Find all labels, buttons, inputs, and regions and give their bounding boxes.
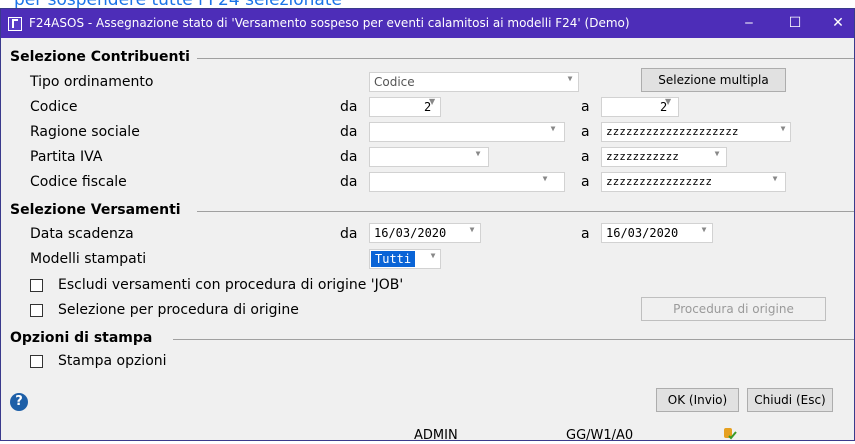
stampa-opzioni-checkbox[interactable] <box>30 355 43 368</box>
ragione-da-label: da <box>340 124 358 140</box>
ok-button[interactable]: OK (Invio) <box>656 388 739 412</box>
modelli-stampati-label: Modelli stampati <box>30 251 147 267</box>
chevron-down-icon: ▼ <box>550 124 556 133</box>
dialog-window: F24ASOS - Assegnazione stato di 'Versame… <box>0 8 855 443</box>
app-icon <box>8 17 22 31</box>
section-divider <box>173 339 854 340</box>
chevron-down-icon: ▼ <box>475 149 481 158</box>
partita-iva-label: Partita IVA <box>30 149 103 165</box>
codice-fiscale-label: Codice fiscale <box>30 174 127 190</box>
data-scadenza-a-input[interactable]: 16/03/2020 ▼ <box>601 223 713 243</box>
section-stampa-heading: Opzioni di stampa <box>10 330 153 346</box>
piva-da-input[interactable]: ▼ <box>369 147 489 167</box>
tipo-ordinamento-select[interactable]: Codice ▼ <box>369 72 579 92</box>
selezione-multipla-button[interactable]: Selezione multipla <box>641 68 786 92</box>
piva-da-label: da <box>340 149 358 165</box>
chevron-down-icon: ▼ <box>542 174 548 183</box>
chevron-down-icon: ▼ <box>701 225 707 234</box>
tipo-ordinamento-label: Tipo ordinamento <box>30 74 154 90</box>
section-divider <box>197 211 854 212</box>
selezione-procedura-label: Selezione per procedura di origine <box>58 302 299 318</box>
data-a-label: a <box>581 226 590 242</box>
chevron-down-icon: ▼ <box>469 225 475 234</box>
stampa-opzioni-label: Stampa opzioni <box>58 353 167 369</box>
cf-da-label: da <box>340 174 358 190</box>
section-versamenti-heading: Selezione Versamenti <box>10 202 181 218</box>
piva-a-label: a <box>581 149 590 165</box>
chevron-down-icon: ▼ <box>430 251 436 260</box>
codice-a-label: a <box>581 99 590 115</box>
chevron-down-icon: ▼ <box>567 74 573 83</box>
data-scadenza-da-input[interactable]: 16/03/2020 ▼ <box>369 223 481 243</box>
cf-da-input[interactable]: ▼ <box>369 172 565 192</box>
escludi-job-checkbox[interactable] <box>30 279 43 292</box>
cf-a-label: a <box>581 174 590 190</box>
escludi-job-label: Escludi versamenti con procedura di orig… <box>58 277 404 293</box>
procedura-origine-button[interactable]: Procedura di origine <box>641 297 826 321</box>
chiudi-button[interactable]: Chiudi (Esc) <box>747 388 833 412</box>
section-divider <box>197 58 854 59</box>
help-icon[interactable]: ? <box>10 393 28 411</box>
title-bar: F24ASOS - Assegnazione stato di 'Versame… <box>1 9 854 38</box>
chevron-down-icon: ▼ <box>429 97 436 106</box>
data-scadenza-label: Data scadenza <box>30 226 134 242</box>
chevron-down-icon: ▼ <box>780 124 786 133</box>
selezione-procedura-checkbox[interactable] <box>30 304 43 317</box>
chevron-down-icon: ▼ <box>772 174 778 183</box>
section-contribuenti-heading: Selezione Contribuenti <box>10 49 190 65</box>
window-title: F24ASOS - Assegnazione stato di 'Versame… <box>29 16 630 30</box>
minimize-button[interactable]: ‒ <box>736 12 762 34</box>
close-button[interactable]: ✕ <box>825 12 851 34</box>
chevron-down-icon: ▼ <box>665 97 672 106</box>
cf-a-input[interactable]: zzzzzzzzzzzzzzzz ▼ <box>601 172 786 192</box>
maximize-button[interactable]: ☐ <box>782 12 808 34</box>
ragione-a-input[interactable]: zzzzzzzzzzzzzzzzzzzz ▼ <box>601 122 791 142</box>
piva-a-input[interactable]: zzzzzzzzzzz ▼ <box>601 147 727 167</box>
ragione-a-label: a <box>581 124 590 140</box>
ragione-da-input[interactable]: ▼ <box>369 122 565 142</box>
db-status-icon <box>723 425 737 440</box>
modelli-stampati-select[interactable]: Tutti ▼ <box>369 249 441 269</box>
codice-label: Codice <box>30 99 78 115</box>
chevron-down-icon: ▼ <box>714 149 720 158</box>
ragione-sociale-label: Ragione sociale <box>30 124 140 140</box>
codice-da-label: da <box>340 99 358 115</box>
data-da-label: da <box>340 226 358 242</box>
